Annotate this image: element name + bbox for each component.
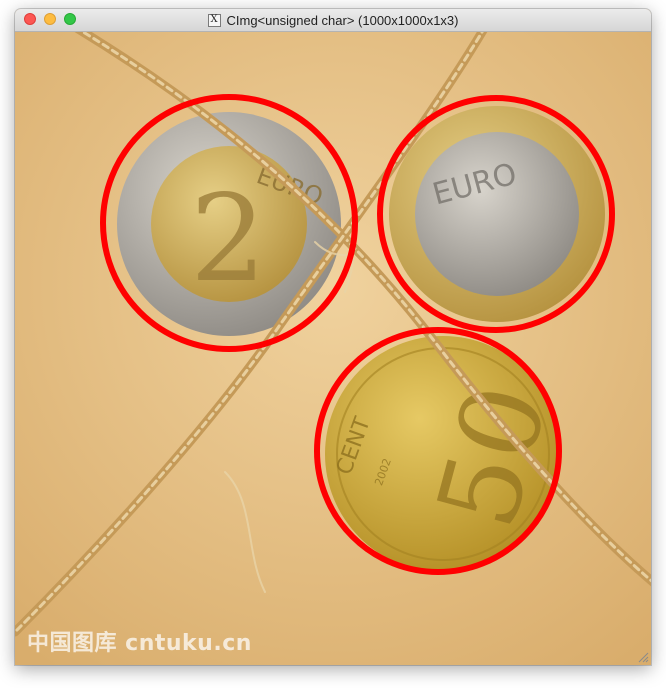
- watermark-text: 中国图库 cntuku.cn: [27, 631, 252, 656]
- coin-2-euro: 2 EURO: [117, 112, 341, 336]
- coin-photo: 2 EURO EURO 50 CENT 2002: [15, 22, 651, 665]
- x11-app-icon: X: [207, 13, 221, 27]
- svg-text:2: 2: [190, 170, 266, 309]
- resize-grip-icon[interactable]: [635, 649, 649, 663]
- minimize-button[interactable]: [44, 13, 56, 25]
- image-display-canvas[interactable]: 2 EURO EURO 50 CENT 2002 中国图库 cntuku.cn: [15, 22, 651, 665]
- title-group: X CImg<unsigned char> (1000x1000x1x3): [207, 12, 459, 28]
- close-button[interactable]: [24, 13, 36, 25]
- window-title: CImg<unsigned char> (1000x1000x1x3): [226, 12, 459, 28]
- title-bar[interactable]: X CImg<unsigned char> (1000x1000x1x3): [15, 9, 651, 32]
- coin-1-euro: EURO: [389, 106, 605, 322]
- maximize-button[interactable]: [64, 13, 76, 25]
- cimg-window: X CImg<unsigned char> (1000x1000x1x3) 2 …: [15, 9, 651, 665]
